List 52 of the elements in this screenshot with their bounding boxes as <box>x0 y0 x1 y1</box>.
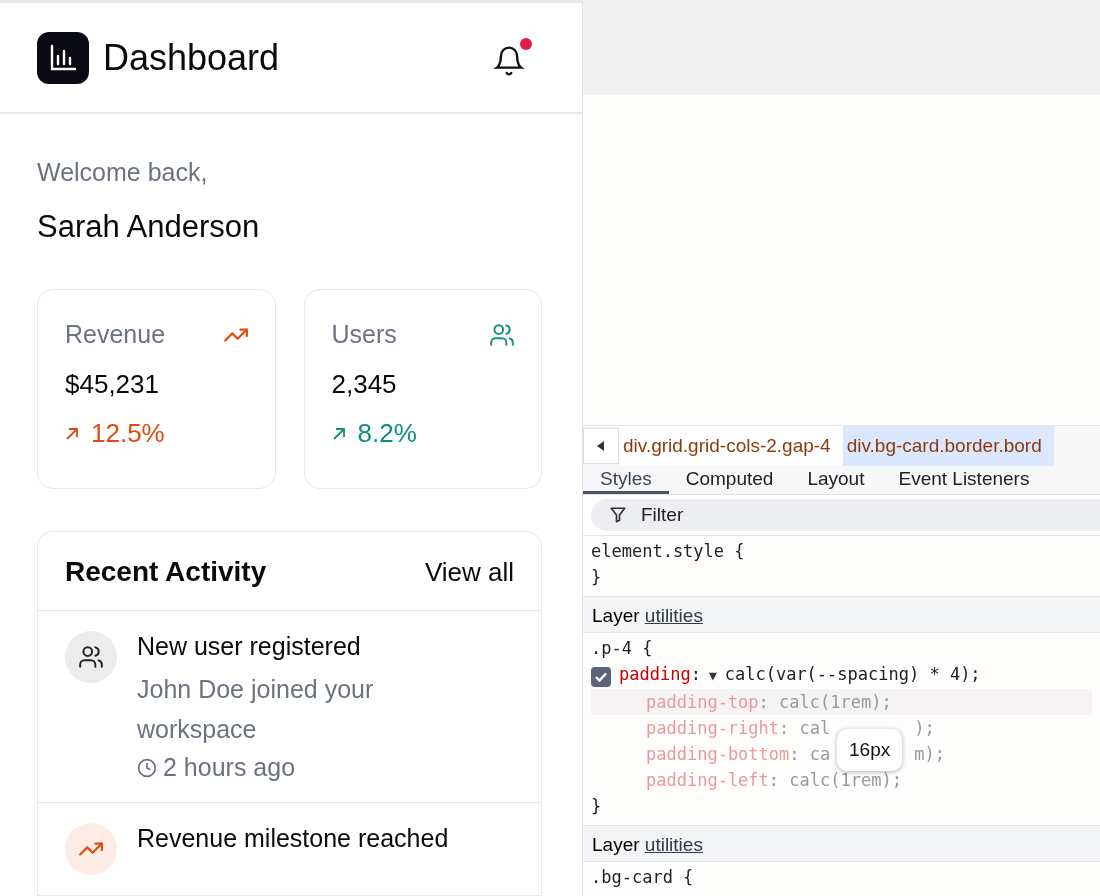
filter-field[interactable]: Filter <box>591 499 1100 531</box>
user-name: Sarah Anderson <box>37 209 261 245</box>
arrow-up-right-icon <box>331 426 346 441</box>
css-value: ); <box>914 718 935 738</box>
css-selector: .bg-card { <box>591 867 694 887</box>
breadcrumb[interactable]: div.bg-card.border.bord <box>842 426 1054 466</box>
section-title: Recent Activity <box>65 556 267 588</box>
expanded-toggle[interactable]: ▼ <box>708 663 717 689</box>
css-declaration: padding-bottom: ca <box>646 744 831 764</box>
css-selector: .p-4 { <box>591 638 653 658</box>
stat-label: Revenue <box>65 320 166 349</box>
layer-label: Layer <box>592 834 641 855</box>
layer-label: Layer <box>592 605 641 626</box>
checkmark-icon <box>594 670 608 684</box>
breadcrumb[interactable]: div.grid.grid-cols-2.gap-4 <box>619 426 843 466</box>
app-title: Dashboard <box>103 36 280 79</box>
greeting-text: Welcome back, <box>37 158 209 187</box>
devtools-tab[interactable]: Computed <box>668 466 791 494</box>
stat-change: 8.2% <box>357 418 417 449</box>
stat-value: 2,345 <box>331 369 398 400</box>
stat-change: 12.5% <box>91 418 165 449</box>
activity-title: Revenue milestone reached <box>137 823 449 853</box>
css-value: m); <box>914 744 945 764</box>
arrow-up-right-icon <box>65 426 79 441</box>
bar-chart-logo-icon <box>37 31 89 84</box>
users-icon <box>78 644 104 670</box>
css-declaration: padding: <box>619 664 701 684</box>
view-all-link[interactable]: View all <box>424 556 514 588</box>
stat-value: $45,231 <box>65 369 160 400</box>
checkbox[interactable] <box>591 667 611 687</box>
devtools-tab[interactable]: Event Listeners <box>881 466 1047 494</box>
devtools-tab[interactable]: Layout <box>790 466 882 494</box>
closing-brace: } <box>591 796 602 816</box>
left-triangle-icon <box>597 441 605 451</box>
activity-title: New user registered <box>137 631 362 661</box>
css-declaration: padding-right: cal <box>646 718 831 738</box>
activity-time: 2 hours ago <box>163 753 296 782</box>
closing-brace: } <box>591 567 602 587</box>
clock-icon <box>137 757 157 778</box>
notification-button[interactable] <box>492 37 532 78</box>
filter-icon <box>609 506 627 524</box>
activity-description: John Doe joined your workspace <box>137 674 375 745</box>
css-declaration: padding-top: calc(1rem); <box>646 692 892 712</box>
scroll-left-button[interactable] <box>583 428 619 464</box>
users-icon <box>489 321 515 348</box>
css-declaration: padding-left: calc(1rem); <box>646 770 902 790</box>
stat-label: Users <box>331 320 397 349</box>
layer-link[interactable]: utilities <box>644 834 703 855</box>
layer-link[interactable]: utilities <box>644 605 703 626</box>
tooltip: 16px <box>837 729 903 771</box>
css-value: calc(var(--spacing) * 4); <box>724 664 981 684</box>
css-selector: element.style { <box>591 541 745 561</box>
